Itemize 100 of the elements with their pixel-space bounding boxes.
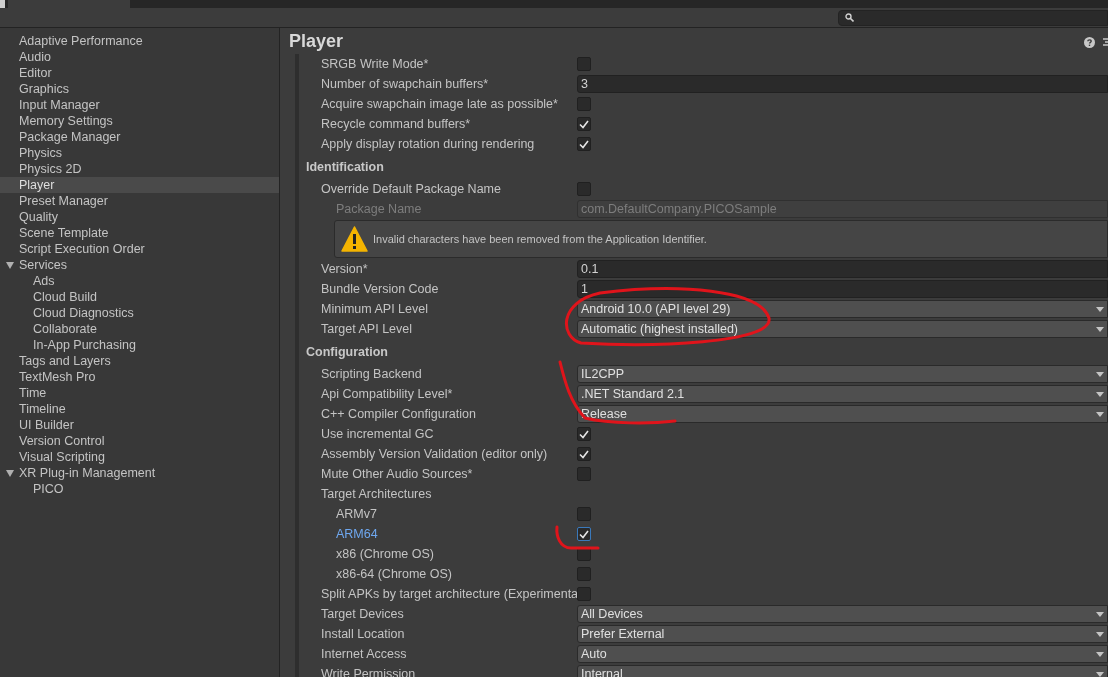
dropdown[interactable]: Prefer External [577, 625, 1108, 643]
sidebar-item[interactable]: Adaptive Performance [0, 33, 279, 49]
sidebar-item[interactable]: Collaborate [0, 321, 279, 337]
dropdown[interactable]: Android 10.0 (API level 29) [577, 300, 1108, 318]
field-label: Install Location [320, 625, 406, 643]
section-header: Identification [306, 159, 384, 177]
field-label: Bundle Version Code [320, 280, 440, 298]
sidebar-item[interactable]: Version Control [0, 433, 279, 449]
check-icon [579, 529, 589, 539]
sidebar-item[interactable]: In-App Purchasing [0, 337, 279, 353]
sidebar-item[interactable]: Physics 2D [0, 161, 279, 177]
caret-icon [1096, 652, 1104, 657]
checkbox[interactable] [577, 507, 591, 521]
field-label: Acquire swapchain image late as possible* [320, 95, 559, 113]
field-label: Internet Access [320, 645, 408, 663]
checkbox[interactable] [577, 527, 591, 541]
section-header: Configuration [306, 344, 388, 362]
field-label: SRGB Write Mode* [320, 55, 430, 73]
caret-icon [1096, 632, 1104, 637]
field-label: C++ Compiler Configuration [320, 405, 477, 423]
sidebar-item[interactable]: Time [0, 385, 279, 401]
help-icon[interactable] [1084, 37, 1095, 48]
sidebar-item[interactable]: XR Plug-in Management [0, 465, 279, 481]
dropdown[interactable]: Auto [577, 645, 1108, 663]
field-label: ARM64 [335, 525, 379, 543]
search-field[interactable] [838, 9, 1108, 26]
caret-icon [1096, 307, 1104, 312]
sidebar-item[interactable]: Timeline [0, 401, 279, 417]
field-label: Api Compatibility Level* [320, 385, 454, 403]
window-frame [0, 0, 5, 8]
sidebar-item[interactable]: Ads [0, 273, 279, 289]
sidebar-item[interactable]: Player [0, 177, 279, 193]
sidebar-item[interactable]: Package Manager [0, 129, 279, 145]
preset-icon[interactable] [1103, 37, 1108, 47]
sidebar-item[interactable]: Graphics [0, 81, 279, 97]
dropdown[interactable]: .NET Standard 2.1 [577, 385, 1108, 403]
caret-icon [1096, 327, 1104, 332]
sidebar-item[interactable]: Editor [0, 65, 279, 81]
field-label: Override Default Package Name [320, 180, 502, 198]
caret-icon [1096, 612, 1104, 617]
sidebar-item[interactable]: Audio [0, 49, 279, 65]
field-label: Assembly Version Validation (editor only) [320, 445, 549, 463]
field-label: Version* [320, 260, 369, 278]
checkbox[interactable] [577, 427, 591, 441]
field-label: Use incremental GC [320, 425, 435, 443]
field-label: ARMv7 [335, 505, 378, 523]
field-label: Target API Level [320, 320, 414, 338]
expand-arrow-icon[interactable] [6, 470, 14, 477]
sidebar-item[interactable]: PICO [0, 481, 279, 497]
field-label: Write Permission [320, 665, 417, 677]
dropdown[interactable]: Automatic (highest installed) [577, 320, 1108, 338]
sidebar-item[interactable]: Quality [0, 209, 279, 225]
text-field[interactable]: 3 [577, 75, 1108, 93]
field-label: x86-64 (Chrome OS) [335, 565, 453, 583]
checkbox[interactable] [577, 182, 591, 196]
field-label: Mute Other Audio Sources* [320, 465, 474, 483]
checkbox[interactable] [577, 567, 591, 581]
field-label: Recycle command buffers* [320, 115, 472, 133]
sidebar-item[interactable]: Visual Scripting [0, 449, 279, 465]
caret-icon [1096, 372, 1104, 377]
sidebar-item[interactable]: Input Manager [0, 97, 279, 113]
panel-title: Player [289, 29, 344, 53]
field-label: Scripting Backend [320, 365, 423, 383]
field-label: Target Devices [320, 605, 405, 623]
field-label: x86 (Chrome OS) [335, 545, 435, 563]
warning-icon [341, 226, 368, 252]
sidebar-item[interactable]: Memory Settings [0, 113, 279, 129]
sidebar-item[interactable]: Cloud Build [0, 289, 279, 305]
search-icon [845, 13, 854, 22]
checkbox[interactable] [577, 57, 591, 71]
caret-icon [1096, 392, 1104, 397]
dropdown[interactable]: IL2CPP [577, 365, 1108, 383]
dropdown[interactable]: Release [577, 405, 1108, 423]
annotation-tick [555, 525, 600, 550]
sidebar-item[interactable]: Preset Manager [0, 193, 279, 209]
sidebar-item[interactable]: Physics [0, 145, 279, 161]
dropdown[interactable]: All Devices [577, 605, 1108, 623]
checkbox[interactable] [577, 137, 591, 151]
field-label: Package Name [335, 200, 423, 218]
expand-arrow-icon[interactable] [6, 262, 14, 269]
sidebar-item[interactable]: Services [0, 257, 279, 273]
sidebar-item[interactable]: Scene Template [0, 225, 279, 241]
checkbox[interactable] [577, 117, 591, 131]
field-label: Apply display rotation during rendering [320, 135, 536, 153]
caret-icon [1096, 672, 1104, 677]
checkbox[interactable] [577, 97, 591, 111]
sidebar-item[interactable]: Script Execution Order [0, 241, 279, 257]
checkbox[interactable] [577, 467, 591, 481]
text-field[interactable]: 0.1 [577, 260, 1108, 278]
sidebar-item[interactable]: TextMesh Pro [0, 369, 279, 385]
text-field[interactable]: 1 [577, 280, 1108, 298]
sidebar-item[interactable]: Cloud Diagnostics [0, 305, 279, 321]
dropdown[interactable]: Internal [577, 665, 1108, 677]
checkbox[interactable] [577, 587, 591, 601]
caret-icon [1096, 412, 1104, 417]
checkbox[interactable] [577, 447, 591, 461]
sidebar-item[interactable]: Tags and Layers [0, 353, 279, 369]
field-label: Target Architectures [320, 485, 433, 503]
field-label: Number of swapchain buffers* [320, 75, 490, 93]
sidebar-item[interactable]: UI Builder [0, 417, 279, 433]
